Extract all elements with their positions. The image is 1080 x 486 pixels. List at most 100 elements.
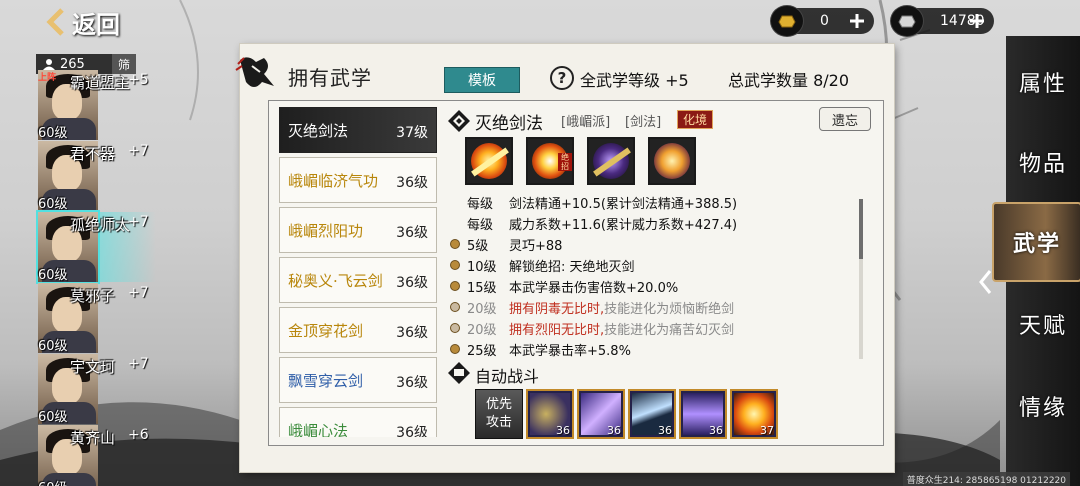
effect-level: 每级: [467, 217, 494, 233]
move-icon[interactable]: [648, 137, 696, 185]
forget-button[interactable]: 遗忘: [819, 107, 871, 131]
effect-text: 本武学暴击伤害倍数+20.0%: [509, 277, 678, 296]
help-icon[interactable]: ?: [550, 66, 574, 90]
effect-desc: 威力系数+11.6(累计威力系数+427.4): [509, 217, 738, 233]
bullet-icon: [450, 344, 460, 354]
gold-currency: 0: [770, 5, 874, 37]
nav-tab-label: 武学: [1012, 231, 1061, 257]
character-name: 霸道盟主: [70, 74, 131, 92]
effect-level: 20级: [467, 322, 497, 338]
add-silver-icon[interactable]: [968, 12, 986, 30]
add-gold-icon[interactable]: [848, 12, 866, 30]
nav-tab[interactable]: 情缘: [1006, 366, 1080, 446]
character-item[interactable]: 上阵 霸道盟主 +5 60级: [36, 70, 166, 141]
skill-item[interactable]: 金顶穿花剑 36级: [279, 307, 437, 353]
martial-content: 灭绝剑法 37级 峨嵋临济气功 36级 峨嵋烈阳功 36级 秘奥义·飞云剑 36级 金顶穿花剑 3…: [268, 100, 884, 446]
character-item[interactable]: 黄齐山 +6 60级: [36, 425, 166, 486]
bullet-icon: [450, 323, 460, 333]
nav-tab[interactable]: 物品: [1006, 122, 1080, 202]
skill-item-level: 36级: [396, 275, 428, 291]
skill-item-name: 飘雪穿云剑: [288, 371, 364, 390]
silver-currency: 14780: [890, 5, 994, 37]
skill-item-level: 36级: [396, 325, 428, 341]
person-icon: [43, 59, 55, 70]
nav-tab-label: 属性: [1018, 72, 1067, 97]
auto-skill-slot[interactable]: 36: [577, 389, 625, 439]
character-bonus: +7: [128, 285, 149, 301]
auto-skill-slot[interactable]: 36: [679, 389, 727, 439]
character-bonus: +6: [128, 427, 149, 443]
character-item[interactable]: 莫邪子 +7 60级: [36, 283, 166, 354]
effect-level: 25级: [467, 343, 497, 359]
skill-item-name: 灭绝剑法: [288, 121, 349, 140]
character-name: 黄齐山: [70, 429, 116, 447]
skill-item[interactable]: 峨嵋心法 36级: [279, 407, 437, 437]
footer-id: 普度众生214: 285865198 01212220: [902, 472, 1070, 486]
effect-text: 本武学暴击率+5.8%: [509, 340, 631, 359]
character-name: 宇文珂: [70, 358, 116, 376]
skill-item-level: 36级: [396, 225, 428, 241]
character-item[interactable]: 孤绝师太 +7 60级: [36, 212, 166, 283]
effect-text: 威力系数+11.6(累计威力系数+427.4): [509, 214, 737, 233]
move-icons: 绝招: [465, 137, 696, 185]
skill-item[interactable]: 秘奥义·飞云剑 36级: [279, 257, 437, 303]
effect-text: 解锁绝招: 天绝地灭剑: [509, 256, 635, 275]
skill-item[interactable]: 峨嵋临济气功 36级: [279, 157, 437, 203]
priority-attack-button[interactable]: 优先 攻击: [475, 389, 523, 439]
effect-desc: 剑法精通+10.5(累计剑法精通+388.5): [509, 196, 738, 212]
priority-line2: 攻击: [485, 415, 512, 430]
skill-item[interactable]: 峨嵋烈阳功 36级: [279, 207, 437, 253]
nav-tab[interactable]: 属性: [1006, 42, 1080, 122]
move-icon[interactable]: [587, 137, 635, 185]
auto-skill-slot[interactable]: 37: [730, 389, 778, 439]
character-bonus: +5: [128, 72, 149, 88]
character-item[interactable]: 君不器 +7 60级: [36, 141, 166, 212]
ink-seal-icon: [235, 57, 274, 87]
all-martial-level: 全武学等级 +5: [580, 71, 689, 90]
side-nav: 属性物品武学天赋 情缘: [979, 36, 1080, 486]
bullet-icon: [450, 239, 460, 249]
back-button[interactable]: 返回: [46, 4, 120, 40]
skill-item-level: 36级: [396, 375, 428, 391]
character-name: 孤绝师太: [70, 216, 131, 234]
auto-skill-level: 36: [556, 424, 570, 437]
character-level: 60级: [38, 339, 68, 354]
martial-arts-panel: 拥有武学 模板 ? 全武学等级 +5 总武学数量 8/20 灭绝剑法 37级 峨嵋临…: [235, 44, 894, 472]
nav-tab[interactable]: 天赋: [1006, 284, 1080, 364]
skill-item[interactable]: 飘雪穿云剑 36级: [279, 357, 437, 403]
auto-skill-level: 36: [607, 424, 621, 437]
effect-desc: 本武学暴击率+5.8%: [509, 343, 631, 359]
bullet-icon: [450, 302, 460, 312]
effect-level: 5级: [467, 238, 489, 254]
skill-sect: [峨嵋派]: [561, 115, 611, 130]
chevron-left-icon: [46, 8, 64, 36]
effect-text: 拥有阴毒无比时,技能进化为烦恼断绝剑: [509, 298, 734, 317]
effects-scrollbar[interactable]: [859, 199, 863, 359]
effect-row: 20级 拥有烈阳无比时,技能进化为痛苦幻灭剑: [447, 317, 847, 339]
bullet-icon: [450, 260, 460, 270]
skill-realm-badge: 化境: [677, 110, 714, 129]
auto-battle-title: 自动战斗: [475, 367, 540, 386]
template-button[interactable]: 模板: [444, 67, 520, 93]
effect-condition: 拥有阴毒无比时,: [509, 301, 605, 317]
chevron-left-icon: [979, 270, 992, 294]
character-bonus: +7: [128, 356, 149, 372]
skill-name: 灭绝剑法: [475, 114, 543, 134]
move-icon[interactable]: 绝招: [526, 137, 574, 185]
auto-skill-slot[interactable]: 36: [628, 389, 676, 439]
skill-item-name: 秘奥义·飞云剑: [288, 271, 383, 290]
move-icon[interactable]: [465, 137, 513, 185]
effect-level: 20级: [467, 301, 497, 317]
character-level: 60级: [38, 197, 68, 212]
skill-item[interactable]: 灭绝剑法 37级: [279, 107, 437, 153]
nav-tab-label: 物品: [1018, 152, 1067, 177]
skill-item-level: 36级: [396, 175, 428, 191]
ultimate-mark: 绝招: [558, 153, 572, 171]
auto-skill-slot[interactable]: 36: [526, 389, 574, 439]
nav-tab[interactable]: 武学: [992, 202, 1080, 282]
character-item[interactable]: 宇文珂 +7 60级: [36, 354, 166, 425]
back-label: 返回: [72, 10, 120, 39]
effect-row: 20级 拥有阴毒无比时,技能进化为烦恼断绝剑: [447, 296, 847, 318]
priority-line1: 优先: [485, 397, 512, 412]
page-title: 拥有武学: [288, 66, 372, 90]
